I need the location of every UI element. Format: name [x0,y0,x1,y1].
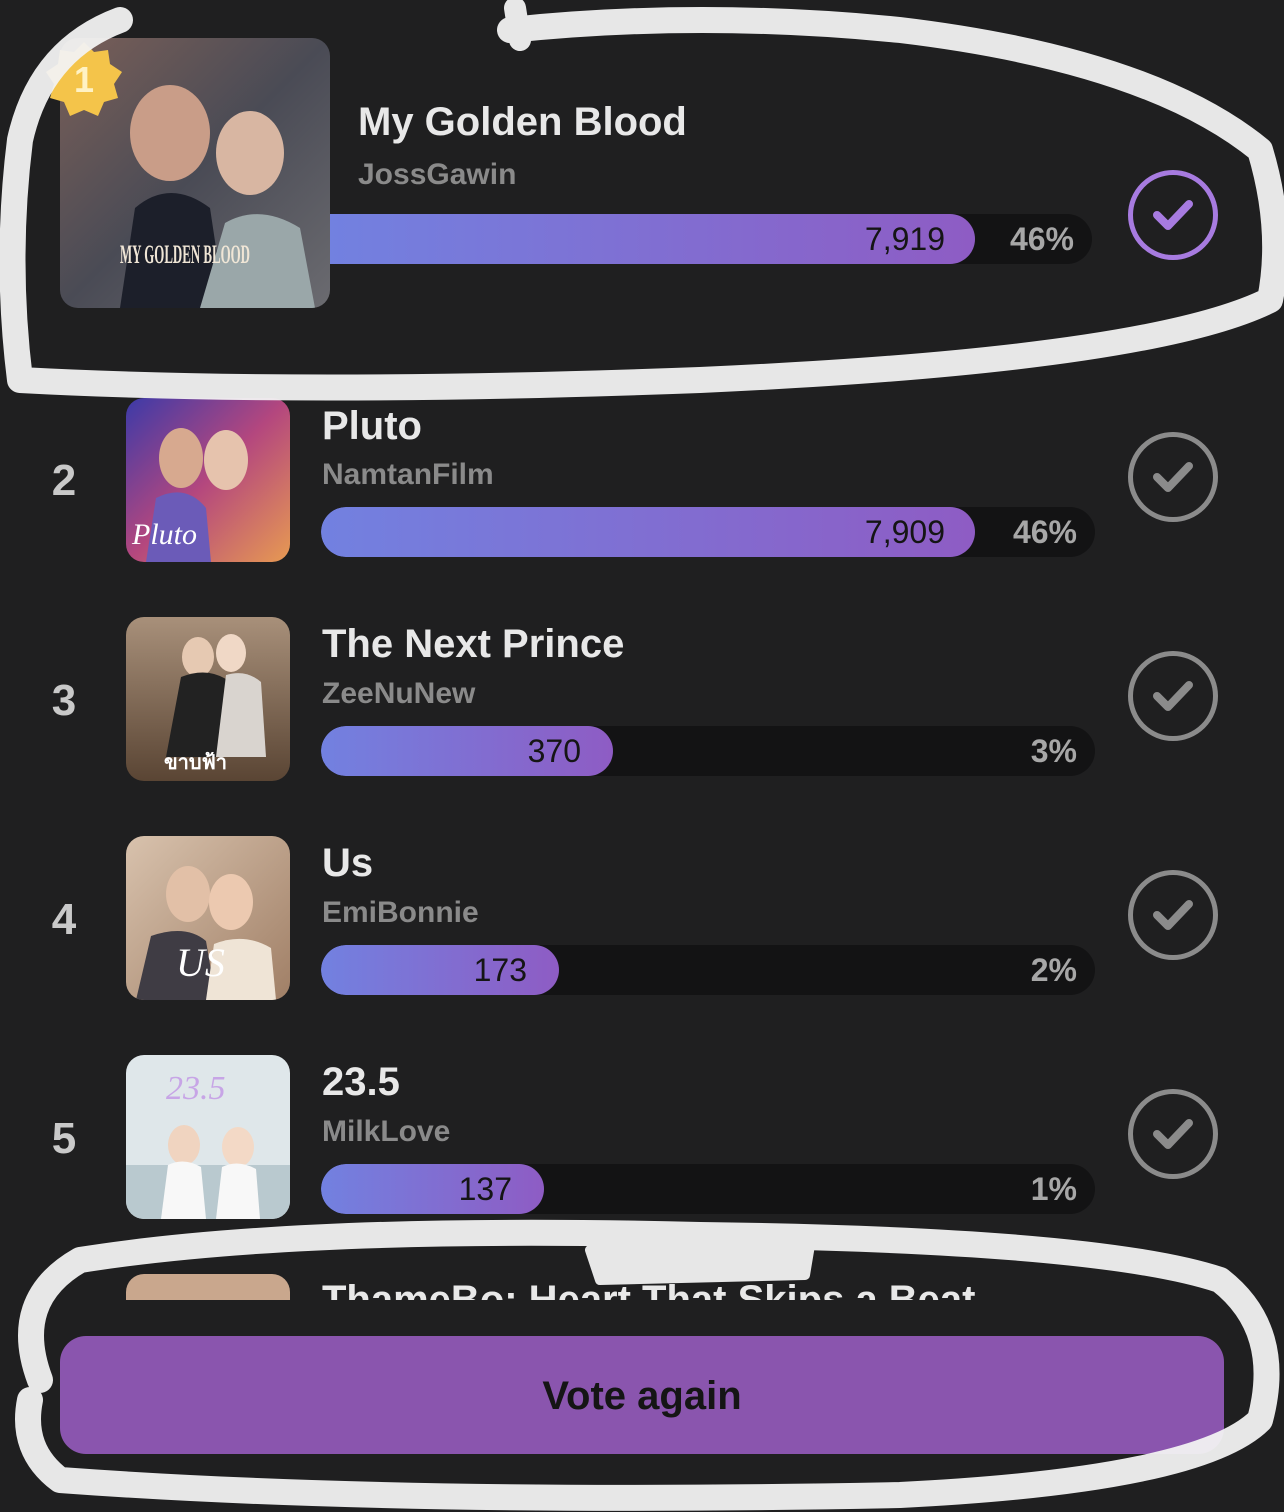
vote-count-3: 370 [527,733,581,769]
poster-image-2: Pluto [126,398,290,562]
selected-check-button-1[interactable] [1128,170,1218,260]
poster-image-3: ขาบฟ้า [126,617,290,781]
title-2: Pluto [322,404,422,448]
check-icon [1153,681,1193,711]
check-button-5[interactable] [1128,1089,1218,1179]
rank-4: 4 [51,895,77,944]
artist-2: NamtanFilm [322,458,494,491]
vote-bar-2: 7,909 46% [321,507,1095,557]
title-3: The Next Prince [322,622,625,666]
check-icon [1153,200,1193,230]
vote-percent-2: 46% [1012,514,1077,550]
poster-image-5: 23.5 [126,1055,290,1219]
title-1: My Golden Blood [358,100,687,144]
title-6: ThameBo: Heart That Skips a Beat [322,1278,976,1300]
vote-percent-5: 1% [1030,1171,1077,1207]
check-icon [1153,900,1193,930]
poster-caption-5: 23.5 [166,1070,226,1107]
poster-caption-1: MY GOLDEN BLOOD [120,240,250,269]
check-button-2[interactable] [1128,432,1218,522]
check-icon [1153,462,1193,492]
check-button-4[interactable] [1128,870,1218,960]
partial-result-row-6: ThameBo: Heart That Skips a Beat [0,1262,1284,1300]
vote-count-1: 7,919 [864,221,945,257]
vote-percent-3: 3% [1030,733,1077,769]
rank-3: 3 [51,676,77,725]
vote-percent-4: 2% [1030,952,1077,988]
title-5: 23.5 [322,1060,400,1104]
rank-5: 5 [51,1114,77,1163]
poster-caption-3: ขาบฟ้า [164,750,227,774]
poster-image-4: US [126,836,290,1000]
artist-4: EmiBonnie [322,896,479,929]
check-button-3[interactable] [1128,651,1218,741]
vote-bar-3: 370 3% [321,726,1095,776]
poster-caption-4: US [176,940,225,985]
gold-medal-icon: 1 [46,42,122,116]
artist-5: MilkLove [322,1115,451,1148]
artist-3: ZeeNuNew [322,677,476,710]
poster-caption-2: Pluto [131,518,197,551]
svg-text:1: 1 [74,59,94,100]
check-icon [1153,1119,1193,1149]
vote-count-2: 7,909 [864,514,945,550]
vote-count-5: 137 [458,1171,512,1207]
vote-percent-1: 46% [1009,221,1074,257]
vote-bar-5: 137 1% [321,1164,1095,1214]
vote-again-button[interactable]: Vote again [60,1336,1224,1454]
artist-1: JossGawin [358,158,517,191]
poster-image-6 [126,1274,290,1300]
vote-bar-4: 173 2% [321,945,1095,995]
rank-2: 2 [51,456,77,505]
title-4: Us [322,841,374,885]
vote-bar-1: 7,919 46% [330,214,1092,264]
vote-count-4: 173 [473,952,527,988]
